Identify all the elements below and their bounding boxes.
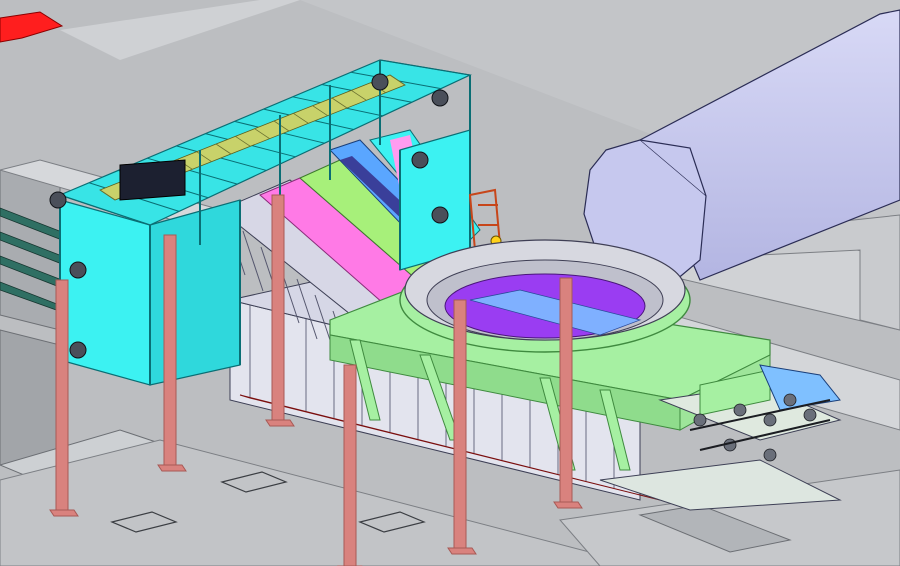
drive-motor bbox=[119, 159, 186, 201]
support-column bbox=[271, 194, 285, 421]
support-column bbox=[163, 234, 177, 466]
drive-gear bbox=[733, 403, 747, 417]
column-base-plate bbox=[49, 509, 79, 517]
support-column bbox=[55, 279, 69, 511]
sheave-wheel bbox=[411, 151, 429, 169]
column-base-plate bbox=[447, 547, 477, 555]
sheave-wheel bbox=[49, 191, 67, 209]
sheave-wheel bbox=[431, 89, 449, 107]
support-column bbox=[559, 277, 573, 503]
drive-gear bbox=[763, 448, 777, 462]
drive-gear bbox=[763, 413, 777, 427]
sheave-wheel bbox=[69, 261, 87, 279]
cad-scene bbox=[0, 0, 900, 566]
support-column bbox=[453, 299, 467, 549]
sheave-wheel bbox=[431, 206, 449, 224]
drive-gear bbox=[693, 413, 707, 427]
column-base-plate bbox=[157, 464, 187, 472]
column-base-plate bbox=[553, 501, 583, 509]
support-column bbox=[343, 364, 357, 566]
column-base-plate bbox=[265, 419, 295, 427]
turntable-ring bbox=[399, 239, 691, 353]
cad-render bbox=[0, 0, 900, 566]
sheave-wheel bbox=[69, 341, 87, 359]
drive-gear bbox=[783, 393, 797, 407]
drive-gear bbox=[803, 408, 817, 422]
sheave-wheel bbox=[371, 73, 389, 91]
